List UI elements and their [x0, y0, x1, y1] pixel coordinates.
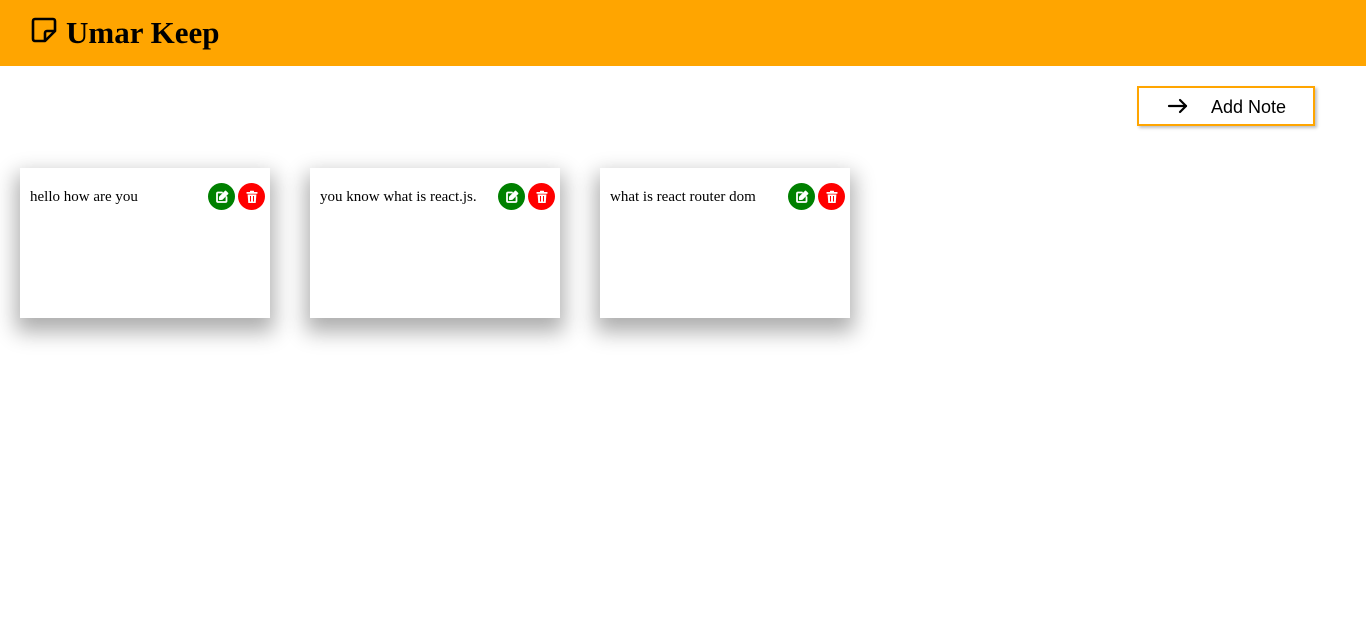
- add-note-button[interactable]: Add Note: [1137, 86, 1315, 126]
- edit-icon: [215, 190, 229, 204]
- trash-icon: [245, 190, 259, 204]
- sticky-note-icon: [30, 16, 58, 44]
- arrow-right-icon: [1167, 98, 1189, 114]
- trash-icon: [825, 190, 839, 204]
- note-card: what is react router dom: [600, 168, 850, 318]
- delete-note-button[interactable]: [818, 183, 845, 210]
- delete-note-button[interactable]: [238, 183, 265, 210]
- trash-icon: [535, 190, 549, 204]
- note-text: what is react router dom: [610, 189, 756, 205]
- app-header: Umar Keep: [0, 0, 1366, 66]
- delete-note-button[interactable]: [528, 183, 555, 210]
- edit-note-button[interactable]: [788, 183, 815, 210]
- note-card: hello how are you: [20, 168, 270, 318]
- note-text: you know what is react.js.: [320, 189, 477, 205]
- edit-note-button[interactable]: [498, 183, 525, 210]
- add-note-label: Add Note: [1211, 97, 1287, 117]
- note-card: you know what is react.js.: [310, 168, 560, 318]
- edit-icon: [505, 190, 519, 204]
- edit-icon: [795, 190, 809, 204]
- edit-note-button[interactable]: [208, 183, 235, 210]
- app-title: Umar Keep: [66, 15, 220, 50]
- note-text: hello how are you: [30, 189, 138, 205]
